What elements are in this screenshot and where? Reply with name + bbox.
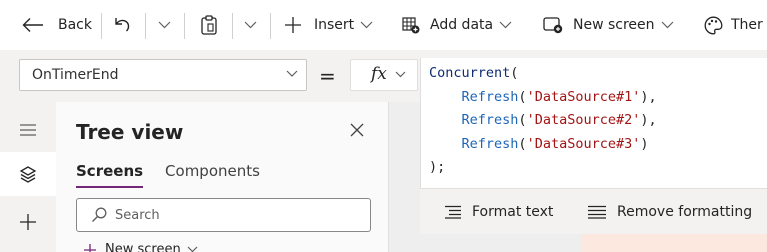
code-token-func: Refresh xyxy=(461,135,519,152)
tab-screens[interactable]: Screens xyxy=(76,162,144,188)
insert-label: Insert xyxy=(314,17,355,33)
back-button[interactable]: Back xyxy=(22,0,92,50)
menu-icon xyxy=(20,124,36,136)
chevron-down-icon xyxy=(244,21,257,29)
remove-formatting-button[interactable]: Remove formatting xyxy=(587,189,752,235)
plus-icon xyxy=(20,214,36,230)
chevron-down-icon xyxy=(158,21,171,29)
search-placeholder: Search xyxy=(115,207,160,223)
canvas-screen-preview xyxy=(581,232,767,252)
property-dropdown[interactable]: OnTimerEnd xyxy=(19,59,307,91)
code-line: Refresh('DataSource#2'), xyxy=(429,109,657,133)
fx-icon: fx xyxy=(371,64,387,84)
search-input[interactable]: Search xyxy=(76,198,371,232)
chevron-down-icon xyxy=(395,71,406,78)
code-token-str: 'DataSource#1' xyxy=(526,88,641,105)
undo-dropdown[interactable] xyxy=(158,0,171,50)
formula-editor[interactable]: Concurrent( Refresh('DataSource#1'), Ref… xyxy=(420,58,767,188)
code-token-punc xyxy=(429,112,462,128)
equals-sign: = xyxy=(319,64,336,88)
code-token-punc: ), xyxy=(640,88,657,105)
chevron-down-icon xyxy=(360,21,373,29)
tree-view-title: Tree view xyxy=(76,120,184,144)
code-line: Concurrent( xyxy=(429,62,657,86)
formula-editor-toolbar: Format text Remove formatting xyxy=(420,188,767,234)
code-token-func: Refresh xyxy=(461,112,519,128)
code-token-punc: ); xyxy=(429,159,446,175)
chevron-down-icon xyxy=(286,70,298,77)
code-token-str: 'DataSource#2' xyxy=(526,112,641,128)
property-value: OnTimerEnd xyxy=(32,67,119,83)
search-icon xyxy=(92,207,107,222)
insert-button[interactable]: Insert xyxy=(284,0,373,50)
chevron-down-icon xyxy=(499,21,512,29)
divider xyxy=(145,13,146,39)
format-text-button[interactable]: Format text xyxy=(444,189,553,235)
code-token-punc xyxy=(429,136,462,152)
divider xyxy=(184,13,185,39)
remove-formatting-icon xyxy=(588,205,606,219)
paste-dropdown[interactable] xyxy=(244,0,257,50)
add-data-label: Add data xyxy=(430,17,494,33)
code-token-ident: Concurrent xyxy=(429,65,511,81)
add-data-button[interactable]: Add data xyxy=(402,0,512,50)
chevron-down-icon xyxy=(661,21,673,29)
code-token-str: 'DataSource#3' xyxy=(526,135,641,152)
fx-button[interactable]: fx xyxy=(350,59,418,91)
code-token-punc: ( xyxy=(518,135,527,152)
tree-view-tabs: Screens Components xyxy=(76,162,282,188)
left-rail xyxy=(0,102,56,252)
new-screen-link-label: New screen xyxy=(105,242,181,252)
tree-view-panel: Tree view Screens Components Search New … xyxy=(56,102,389,252)
theme-label: Ther xyxy=(731,17,763,33)
new-screen-icon xyxy=(543,17,563,34)
chevron-down-icon xyxy=(187,246,198,252)
add-data-icon xyxy=(402,17,420,34)
undo-button[interactable] xyxy=(113,0,131,50)
code-token-punc: ) xyxy=(640,135,649,152)
rail-menu-button[interactable] xyxy=(0,108,56,152)
close-icon xyxy=(350,123,364,137)
divider xyxy=(232,13,233,39)
code-token-punc: ( xyxy=(518,112,527,128)
divider xyxy=(101,13,102,39)
tab-components[interactable]: Components xyxy=(165,162,260,188)
divider xyxy=(270,13,271,39)
code-line: Refresh('DataSource#3') xyxy=(429,133,657,157)
plus-icon xyxy=(285,17,301,33)
theme-button[interactable]: Ther xyxy=(704,0,763,50)
code-token-punc: ( xyxy=(518,88,527,105)
code-line: Refresh('DataSource#1'), xyxy=(429,86,657,110)
paste-button[interactable] xyxy=(200,0,218,50)
code-token-punc: ), xyxy=(640,112,657,128)
command-bar: Back Insert Add data New screen Ther xyxy=(0,0,767,50)
code-line: ); xyxy=(429,156,657,180)
back-arrow-icon xyxy=(22,18,43,32)
new-screen-link[interactable]: New screen xyxy=(83,242,198,252)
plus-icon xyxy=(84,243,96,252)
new-screen-label: New screen xyxy=(573,17,655,33)
formula-code[interactable]: Concurrent( Refresh('DataSource#1'), Ref… xyxy=(429,62,657,180)
code-token-punc xyxy=(429,89,462,105)
undo-icon xyxy=(115,18,130,32)
rail-insert-button[interactable] xyxy=(0,200,56,244)
code-token-punc: ( xyxy=(510,65,519,81)
clipboard-icon xyxy=(201,15,217,35)
format-text-label: Format text xyxy=(472,204,554,220)
format-text-icon xyxy=(445,205,461,219)
remove-formatting-label: Remove formatting xyxy=(617,204,753,220)
code-token-func: Refresh xyxy=(461,88,519,105)
back-label: Back xyxy=(58,17,92,33)
layers-icon xyxy=(19,166,37,183)
new-screen-button[interactable]: New screen xyxy=(543,0,674,50)
palette-icon xyxy=(704,16,723,34)
close-button[interactable] xyxy=(350,122,364,141)
rail-tree-view-button[interactable] xyxy=(0,152,56,196)
